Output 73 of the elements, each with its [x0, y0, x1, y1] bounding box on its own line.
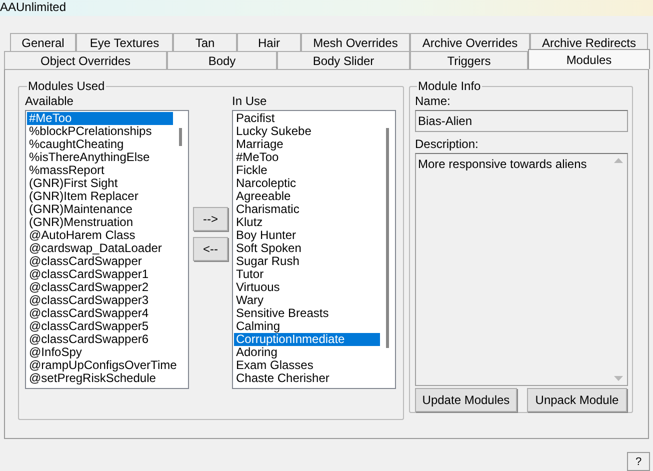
list-item[interactable]: Pacifist	[234, 112, 380, 125]
list-item[interactable]: Sugar Rush	[234, 255, 380, 268]
list-item[interactable]: Charismatic	[234, 203, 380, 216]
list-item[interactable]: @cardswap_DataLoader	[27, 242, 173, 255]
group-title: Modules Used	[27, 80, 106, 93]
remove-button[interactable]: <--	[193, 237, 228, 261]
list-item[interactable]: @setPregRiskSchedule	[27, 372, 173, 385]
list-item[interactable]: %caughtCheating	[27, 138, 173, 151]
name-field[interactable]: Bias-Alien	[415, 110, 628, 132]
list-item[interactable]: (GNR)First Sight	[27, 177, 173, 190]
list-item[interactable]: Virtuous	[234, 281, 380, 294]
list-item[interactable]: Wary	[234, 294, 380, 307]
description-text: More responsive towards aliens	[417, 156, 588, 173]
list-item[interactable]: %blockPCrelationships	[27, 125, 173, 138]
list-item[interactable]: Marriage	[234, 138, 380, 151]
list-item[interactable]: @InfoSpy	[27, 346, 173, 359]
list-label: Available	[25, 95, 74, 108]
tab[interactable]: Body Slider	[277, 51, 410, 69]
list-item[interactable]: Sensitive Breasts	[234, 307, 380, 320]
list-item[interactable]: Tutor	[234, 268, 380, 281]
action-button[interactable]: Update Modules	[415, 388, 517, 412]
list-item[interactable]: Adoring	[234, 346, 380, 359]
tab[interactable]: Triggers	[410, 51, 528, 69]
scrollbar-thumb[interactable]	[179, 128, 182, 146]
scroll-down-icon[interactable]	[614, 376, 623, 381]
window-title: AAUnlimited	[0, 0, 66, 14]
scrollbar-thumb[interactable]	[386, 128, 389, 348]
list-item[interactable]: Soft Spoken	[234, 242, 380, 255]
list-item[interactable]: (GNR)Menstruation	[27, 216, 173, 229]
list-item[interactable]: CorruptionInmediate	[234, 333, 380, 346]
tab[interactable]: Body	[167, 51, 277, 69]
tab[interactable]: Hair	[237, 33, 301, 51]
list-box[interactable]	[25, 110, 189, 389]
list-item[interactable]: (GNR)Item Replacer	[27, 190, 173, 203]
add-button[interactable]: -->	[193, 207, 228, 231]
list-item[interactable]: Lucky Sukebe	[234, 125, 380, 138]
group-title: Module Info	[417, 80, 482, 93]
tab[interactable]: Tan	[173, 33, 237, 51]
tab[interactable]: Archive Overrides	[410, 33, 530, 51]
list-item[interactable]: @classCardSwapper4	[27, 307, 173, 320]
list-item[interactable]: %massReport	[27, 164, 173, 177]
tab[interactable]: Eye Textures	[76, 33, 173, 51]
list-item[interactable]: Chaste Cherisher	[234, 372, 380, 385]
tab[interactable]: General	[10, 33, 76, 51]
list-item[interactable]: Boy Hunter	[234, 229, 380, 242]
scroll-up-icon[interactable]	[614, 158, 623, 163]
tab[interactable]: Modules	[528, 49, 650, 69]
list-item[interactable]: @classCardSwapper5	[27, 320, 173, 333]
list-item[interactable]: Exam Glasses	[234, 359, 380, 372]
tab[interactable]: Mesh Overrides	[301, 33, 410, 51]
action-button[interactable]: Unpack Module	[527, 388, 627, 412]
list-item[interactable]: #MeToo	[27, 112, 173, 125]
list-item[interactable]: #MeToo	[234, 151, 380, 164]
help-button[interactable]: ?	[627, 452, 650, 471]
list-label: In Use	[232, 95, 268, 108]
list-item[interactable]: Fickle	[234, 164, 380, 177]
list-item[interactable]: @classCardSwapper2	[27, 281, 173, 294]
list-box[interactable]	[232, 110, 396, 389]
list-item[interactable]: Klutz	[234, 216, 380, 229]
list-item[interactable]: Calming	[234, 320, 380, 333]
list-item[interactable]: Agreeable	[234, 190, 380, 203]
list-item[interactable]: (GNR)Maintenance	[27, 203, 173, 216]
list-item[interactable]: @classCardSwapper	[27, 255, 173, 268]
field-label: Description:	[415, 138, 480, 151]
list-item[interactable]: @classCardSwapper3	[27, 294, 173, 307]
list-item[interactable]: %isThereAnythingElse	[27, 151, 173, 164]
description-field[interactable]: More responsive towards aliens	[415, 153, 628, 386]
field-label: Name:	[415, 95, 452, 108]
list-item[interactable]: @classCardSwapper1	[27, 268, 173, 281]
list-item[interactable]: Narcoleptic	[234, 177, 380, 190]
list-item[interactable]: @classCardSwapper6	[27, 333, 173, 346]
list-item[interactable]: @AutoHarem Class	[27, 229, 173, 242]
tab[interactable]: Object Overrides	[4, 51, 167, 69]
